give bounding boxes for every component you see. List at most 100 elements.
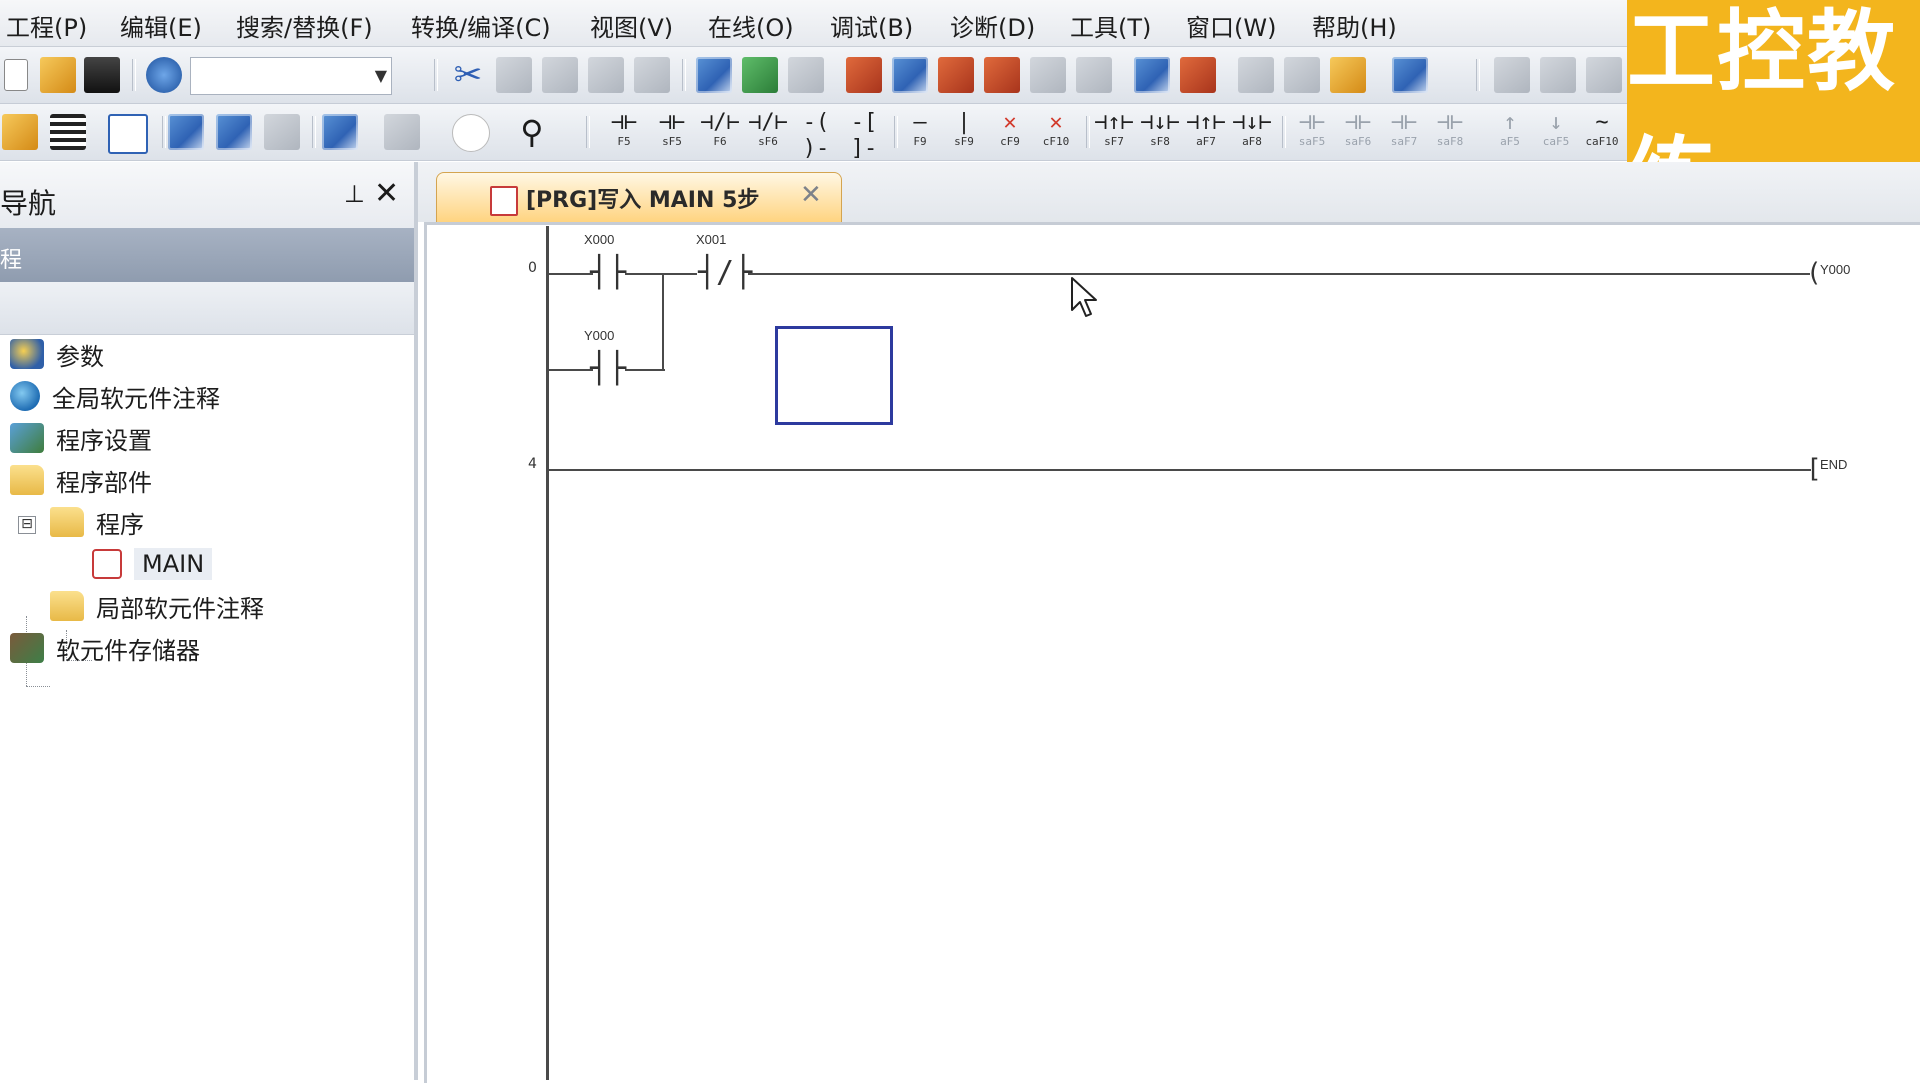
close-tab-icon[interactable]: ✕: [800, 180, 822, 210]
parallel-falling-edge-button[interactable]: ⊣↓⊢ aF8: [1232, 110, 1272, 148]
menu-edit[interactable]: 编辑(E): [120, 8, 202, 43]
tree-item-local-device-comment[interactable]: 局部软元件注释: [50, 586, 264, 626]
branch-normally-open-contact[interactable]: ┤├: [590, 354, 626, 384]
device-batch-icon[interactable]: [938, 57, 974, 93]
menu-window[interactable]: 窗口(W): [1186, 8, 1276, 43]
contact-device-label: X000: [584, 232, 615, 247]
insert-parallel-contact-button[interactable]: ⊣⊢ sF5: [652, 110, 692, 148]
read-from-plc-icon[interactable]: [696, 57, 732, 93]
settings-dropdown-icon[interactable]: [226, 292, 266, 322]
parallel-falling-edge-icon: ⊣↓⊢: [1232, 110, 1272, 135]
device-tree-icon[interactable]: [264, 114, 300, 150]
draw-vertical-line-button[interactable]: | sF9: [944, 110, 984, 148]
operation-result-rise-button[interactable]: ↑ aF5: [1490, 110, 1530, 148]
screen-monitor-icon[interactable]: [1392, 57, 1428, 93]
menu-debug[interactable]: 调试(B): [830, 8, 913, 43]
menu-help[interactable]: 帮助(H): [1312, 8, 1397, 43]
negated-parallel-contact-button[interactable]: ⊣⊢ saF6: [1338, 110, 1378, 148]
rung-wire: [549, 469, 1811, 471]
tree-item-program[interactable]: 程序: [50, 502, 144, 542]
rising-edge-contact-button[interactable]: ⊣↑⊢ sF7: [1094, 110, 1134, 148]
open-folder-icon[interactable]: [40, 57, 76, 93]
copy-data-icon[interactable]: [26, 292, 56, 322]
menu-diagnostics[interactable]: 诊断(D): [950, 8, 1035, 43]
verify-plc-icon[interactable]: [788, 57, 824, 93]
tree-item-global-device-comment[interactable]: 全局软元件注释: [10, 376, 220, 416]
contact-device-label: X001: [696, 232, 727, 247]
sfc-tool-1-icon[interactable]: [1494, 57, 1530, 93]
monitor-start-icon[interactable]: [846, 57, 882, 93]
copy-icon[interactable]: [496, 57, 532, 93]
tree-item-parameter[interactable]: 参数: [10, 334, 104, 374]
insert-parallel-nc-contact-button[interactable]: ⊣/⊢ sF6: [748, 110, 788, 148]
negated-rising-edge-button[interactable]: ⊣⊢ saF7: [1384, 110, 1424, 148]
cross-reference-icon[interactable]: [1330, 57, 1366, 93]
normally-closed-contact[interactable]: ┤/├: [698, 258, 752, 288]
save-icon[interactable]: [84, 57, 120, 93]
info-icon[interactable]: [452, 114, 490, 152]
help-icon[interactable]: [146, 57, 182, 93]
delete-vertical-line-button[interactable]: ✕ cF10: [1036, 110, 1076, 148]
tree-item-program-settings[interactable]: 程序设置: [10, 418, 152, 458]
tree-item-device-memory[interactable]: 软元件存储器: [10, 628, 200, 668]
device-search-icon[interactable]: [984, 57, 1020, 93]
navigation-section-header[interactable]: 程: [0, 228, 414, 282]
operation-result-fall-button[interactable]: ↓ caF5: [1536, 110, 1576, 148]
cut-icon[interactable]: ✂: [450, 57, 486, 93]
menu-view[interactable]: 视图(V): [590, 8, 673, 43]
add-icon[interactable]: [0, 292, 12, 322]
delete-horizontal-line-button[interactable]: ✕ cF9: [990, 110, 1030, 148]
collapse-icon[interactable]: ⊟: [18, 516, 36, 534]
insert-contact-button[interactable]: ⊣⊢ F5: [604, 110, 644, 148]
undo-icon[interactable]: [588, 57, 624, 93]
ladder-cursor[interactable]: [775, 326, 893, 425]
insert-nc-contact-button[interactable]: ⊣/⊢ F6: [700, 110, 740, 148]
menu-find-replace[interactable]: 搜索/替换(F): [236, 8, 373, 43]
close-icon[interactable]: ✕: [374, 176, 399, 211]
write-to-plc-icon[interactable]: [742, 57, 778, 93]
menu-project[interactable]: 工程(P): [6, 8, 87, 43]
pin-icon[interactable]: ⊥: [344, 180, 365, 208]
paste-data-icon[interactable]: [72, 292, 102, 322]
falling-edge-contact-button[interactable]: ⊣↓⊢ sF8: [1140, 110, 1180, 148]
note-icon[interactable]: [384, 114, 420, 150]
device-list-icon[interactable]: [216, 114, 252, 150]
menu-tools[interactable]: 工具(T): [1070, 8, 1151, 43]
window-icon[interactable]: [108, 114, 148, 154]
sfc-tool-3-icon[interactable]: [1586, 57, 1622, 93]
menu-online[interactable]: 在线(O): [708, 8, 794, 43]
normally-open-contact[interactable]: ┤├: [590, 258, 626, 288]
tree-item-main[interactable]: MAIN: [92, 544, 213, 584]
parallel-rising-edge-button[interactable]: ⊣↑⊢ aF7: [1186, 110, 1226, 148]
binoculars-icon[interactable]: ⚲: [514, 114, 550, 150]
device-comment-icon[interactable]: [168, 114, 204, 150]
ladder-zoom-icon[interactable]: [1238, 57, 1274, 93]
tree-item-label: 局部软元件注释: [96, 594, 264, 623]
sfc-tool-2-icon[interactable]: [1540, 57, 1576, 93]
watch-register-icon[interactable]: [1076, 57, 1112, 93]
negated-falling-edge-button[interactable]: ⊣⊢ saF8: [1430, 110, 1470, 148]
paste-icon[interactable]: [542, 57, 578, 93]
new-file-icon[interactable]: [4, 59, 28, 91]
ladder-editor[interactable]: [424, 222, 1920, 1083]
simulation-stop-icon[interactable]: [1180, 57, 1216, 93]
tree-item-label: 程序: [96, 510, 144, 539]
negated-contact-button[interactable]: ⊣⊢ saF5: [1292, 110, 1332, 148]
redo-icon[interactable]: [634, 57, 670, 93]
partial-list-icon[interactable]: [50, 114, 86, 150]
watch-icon[interactable]: [1030, 57, 1066, 93]
monitor-stop-icon[interactable]: [892, 57, 928, 93]
device-combo-box[interactable]: ▼: [190, 57, 392, 95]
menu-convert-compile[interactable]: 转换/编译(C): [411, 8, 551, 43]
simulation-start-icon[interactable]: [1134, 57, 1170, 93]
property-icon[interactable]: [120, 292, 150, 322]
invert-result-button[interactable]: ~ caF10: [1582, 110, 1622, 148]
folder-icon: [10, 465, 44, 495]
draw-horizontal-line-button[interactable]: — F9: [900, 110, 940, 148]
refresh-icon[interactable]: [168, 292, 198, 322]
tree-item-program-parts[interactable]: 程序部件: [10, 460, 152, 500]
statement-icon[interactable]: [322, 114, 358, 150]
ladder-compare-icon[interactable]: [1284, 57, 1320, 93]
chevron-down-icon[interactable]: ▼: [375, 66, 387, 85]
navigation-toggle-icon[interactable]: [2, 114, 38, 150]
